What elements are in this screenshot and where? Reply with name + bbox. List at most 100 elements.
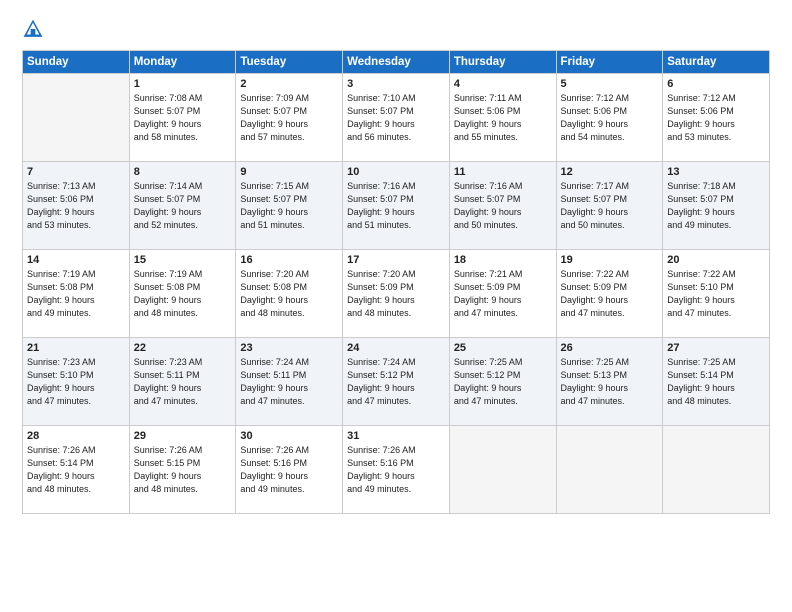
calendar-week-row: 1 Sunrise: 7:08 AM Sunset: 5:07 PM Daylig… bbox=[23, 74, 770, 162]
calendar-cell: 8 Sunrise: 7:14 AM Sunset: 5:07 PM Daylig… bbox=[129, 162, 236, 250]
header bbox=[22, 18, 770, 40]
weekday-header-sunday: Sunday bbox=[23, 51, 130, 74]
day-info: Sunrise: 7:20 AM Sunset: 5:08 PM Dayligh… bbox=[240, 268, 338, 320]
calendar-cell: 31 Sunrise: 7:26 AM Sunset: 5:16 PM Dayli… bbox=[343, 426, 450, 514]
day-info: Sunrise: 7:22 AM Sunset: 5:10 PM Dayligh… bbox=[667, 268, 765, 320]
day-number: 8 bbox=[134, 166, 232, 178]
calendar-cell bbox=[449, 426, 556, 514]
day-info: Sunrise: 7:19 AM Sunset: 5:08 PM Dayligh… bbox=[27, 268, 125, 320]
calendar-cell: 24 Sunrise: 7:24 AM Sunset: 5:12 PM Dayli… bbox=[343, 338, 450, 426]
day-info: Sunrise: 7:23 AM Sunset: 5:10 PM Dayligh… bbox=[27, 356, 125, 408]
day-number: 16 bbox=[240, 254, 338, 266]
day-number: 4 bbox=[454, 78, 552, 90]
day-number: 12 bbox=[561, 166, 659, 178]
day-info: Sunrise: 7:13 AM Sunset: 5:06 PM Dayligh… bbox=[27, 180, 125, 232]
calendar-cell: 16 Sunrise: 7:20 AM Sunset: 5:08 PM Dayli… bbox=[236, 250, 343, 338]
calendar-cell: 21 Sunrise: 7:23 AM Sunset: 5:10 PM Dayli… bbox=[23, 338, 130, 426]
day-info: Sunrise: 7:26 AM Sunset: 5:14 PM Dayligh… bbox=[27, 444, 125, 496]
calendar-cell: 23 Sunrise: 7:24 AM Sunset: 5:11 PM Dayli… bbox=[236, 338, 343, 426]
weekday-header-saturday: Saturday bbox=[663, 51, 770, 74]
logo-icon bbox=[22, 18, 44, 40]
day-number: 19 bbox=[561, 254, 659, 266]
day-number: 20 bbox=[667, 254, 765, 266]
day-info: Sunrise: 7:15 AM Sunset: 5:07 PM Dayligh… bbox=[240, 180, 338, 232]
day-number: 27 bbox=[667, 342, 765, 354]
calendar-week-row: 7 Sunrise: 7:13 AM Sunset: 5:06 PM Daylig… bbox=[23, 162, 770, 250]
day-info: Sunrise: 7:08 AM Sunset: 5:07 PM Dayligh… bbox=[134, 92, 232, 144]
day-number: 30 bbox=[240, 430, 338, 442]
calendar-cell bbox=[556, 426, 663, 514]
calendar-cell: 25 Sunrise: 7:25 AM Sunset: 5:12 PM Dayli… bbox=[449, 338, 556, 426]
day-number: 6 bbox=[667, 78, 765, 90]
logo bbox=[22, 18, 48, 40]
day-number: 25 bbox=[454, 342, 552, 354]
day-info: Sunrise: 7:11 AM Sunset: 5:06 PM Dayligh… bbox=[454, 92, 552, 144]
day-info: Sunrise: 7:16 AM Sunset: 5:07 PM Dayligh… bbox=[347, 180, 445, 232]
weekday-header-friday: Friday bbox=[556, 51, 663, 74]
day-number: 22 bbox=[134, 342, 232, 354]
calendar-cell: 10 Sunrise: 7:16 AM Sunset: 5:07 PM Dayli… bbox=[343, 162, 450, 250]
calendar-cell bbox=[663, 426, 770, 514]
calendar-cell: 26 Sunrise: 7:25 AM Sunset: 5:13 PM Dayli… bbox=[556, 338, 663, 426]
calendar-cell: 13 Sunrise: 7:18 AM Sunset: 5:07 PM Dayli… bbox=[663, 162, 770, 250]
day-number: 3 bbox=[347, 78, 445, 90]
day-number: 9 bbox=[240, 166, 338, 178]
calendar-cell: 12 Sunrise: 7:17 AM Sunset: 5:07 PM Dayli… bbox=[556, 162, 663, 250]
day-info: Sunrise: 7:24 AM Sunset: 5:11 PM Dayligh… bbox=[240, 356, 338, 408]
day-number: 17 bbox=[347, 254, 445, 266]
day-info: Sunrise: 7:17 AM Sunset: 5:07 PM Dayligh… bbox=[561, 180, 659, 232]
day-info: Sunrise: 7:12 AM Sunset: 5:06 PM Dayligh… bbox=[667, 92, 765, 144]
day-number: 26 bbox=[561, 342, 659, 354]
day-info: Sunrise: 7:14 AM Sunset: 5:07 PM Dayligh… bbox=[134, 180, 232, 232]
day-info: Sunrise: 7:09 AM Sunset: 5:07 PM Dayligh… bbox=[240, 92, 338, 144]
calendar: SundayMondayTuesdayWednesdayThursdayFrid… bbox=[22, 50, 770, 514]
day-number: 13 bbox=[667, 166, 765, 178]
calendar-cell: 6 Sunrise: 7:12 AM Sunset: 5:06 PM Daylig… bbox=[663, 74, 770, 162]
day-number: 24 bbox=[347, 342, 445, 354]
calendar-cell bbox=[23, 74, 130, 162]
calendar-cell: 29Sunrise: 7:26 AM Sunset: 5:15 PM Dayli… bbox=[129, 426, 236, 514]
weekday-header-tuesday: Tuesday bbox=[236, 51, 343, 74]
day-number: 15 bbox=[134, 254, 232, 266]
day-number: 1 bbox=[134, 78, 232, 90]
day-info: Sunrise: 7:19 AM Sunset: 5:08 PM Dayligh… bbox=[134, 268, 232, 320]
day-number: 5 bbox=[561, 78, 659, 90]
day-number: 21 bbox=[27, 342, 125, 354]
calendar-cell: 15 Sunrise: 7:19 AM Sunset: 5:08 PM Dayli… bbox=[129, 250, 236, 338]
day-info: Sunrise: 7:25 AM Sunset: 5:13 PM Dayligh… bbox=[561, 356, 659, 408]
weekday-header-wednesday: Wednesday bbox=[343, 51, 450, 74]
calendar-week-row: 14 Sunrise: 7:19 AM Sunset: 5:08 PM Dayli… bbox=[23, 250, 770, 338]
calendar-cell: 20 Sunrise: 7:22 AM Sunset: 5:10 PM Dayli… bbox=[663, 250, 770, 338]
day-info: Sunrise: 7:20 AM Sunset: 5:09 PM Dayligh… bbox=[347, 268, 445, 320]
weekday-header-row: SundayMondayTuesdayWednesdayThursdayFrid… bbox=[23, 51, 770, 74]
day-number: 7 bbox=[27, 166, 125, 178]
calendar-cell: 3 Sunrise: 7:10 AM Sunset: 5:07 PM Daylig… bbox=[343, 74, 450, 162]
calendar-cell: 30Sunrise: 7:26 AM Sunset: 5:16 PM Dayli… bbox=[236, 426, 343, 514]
day-number: 29 bbox=[134, 430, 232, 442]
day-number: 14 bbox=[27, 254, 125, 266]
day-info: Sunrise: 7:10 AM Sunset: 5:07 PM Dayligh… bbox=[347, 92, 445, 144]
calendar-cell: 7 Sunrise: 7:13 AM Sunset: 5:06 PM Daylig… bbox=[23, 162, 130, 250]
calendar-cell: 19 Sunrise: 7:22 AM Sunset: 5:09 PM Dayli… bbox=[556, 250, 663, 338]
day-number: 10 bbox=[347, 166, 445, 178]
day-number: 28 bbox=[27, 430, 125, 442]
day-info: Sunrise: 7:22 AM Sunset: 5:09 PM Dayligh… bbox=[561, 268, 659, 320]
calendar-cell: 4 Sunrise: 7:11 AM Sunset: 5:06 PM Daylig… bbox=[449, 74, 556, 162]
day-info: Sunrise: 7:24 AM Sunset: 5:12 PM Dayligh… bbox=[347, 356, 445, 408]
day-number: 2 bbox=[240, 78, 338, 90]
day-info: Sunrise: 7:25 AM Sunset: 5:12 PM Dayligh… bbox=[454, 356, 552, 408]
calendar-cell: 2 Sunrise: 7:09 AM Sunset: 5:07 PM Daylig… bbox=[236, 74, 343, 162]
day-number: 18 bbox=[454, 254, 552, 266]
day-number: 31 bbox=[347, 430, 445, 442]
page: SundayMondayTuesdayWednesdayThursdayFrid… bbox=[0, 0, 792, 612]
calendar-week-row: 28 Sunrise: 7:26 AM Sunset: 5:14 PM Dayli… bbox=[23, 426, 770, 514]
day-info: Sunrise: 7:18 AM Sunset: 5:07 PM Dayligh… bbox=[667, 180, 765, 232]
weekday-header-monday: Monday bbox=[129, 51, 236, 74]
day-number: 11 bbox=[454, 166, 552, 178]
calendar-cell: 28 Sunrise: 7:26 AM Sunset: 5:14 PM Dayli… bbox=[23, 426, 130, 514]
day-number: 23 bbox=[240, 342, 338, 354]
calendar-cell: 22Sunrise: 7:23 AM Sunset: 5:11 PM Dayli… bbox=[129, 338, 236, 426]
calendar-cell: 27Sunrise: 7:25 AM Sunset: 5:14 PM Dayli… bbox=[663, 338, 770, 426]
day-info: Sunrise: 7:26 AM Sunset: 5:16 PM Dayligh… bbox=[347, 444, 445, 496]
calendar-cell: 18Sunrise: 7:21 AM Sunset: 5:09 PM Dayli… bbox=[449, 250, 556, 338]
